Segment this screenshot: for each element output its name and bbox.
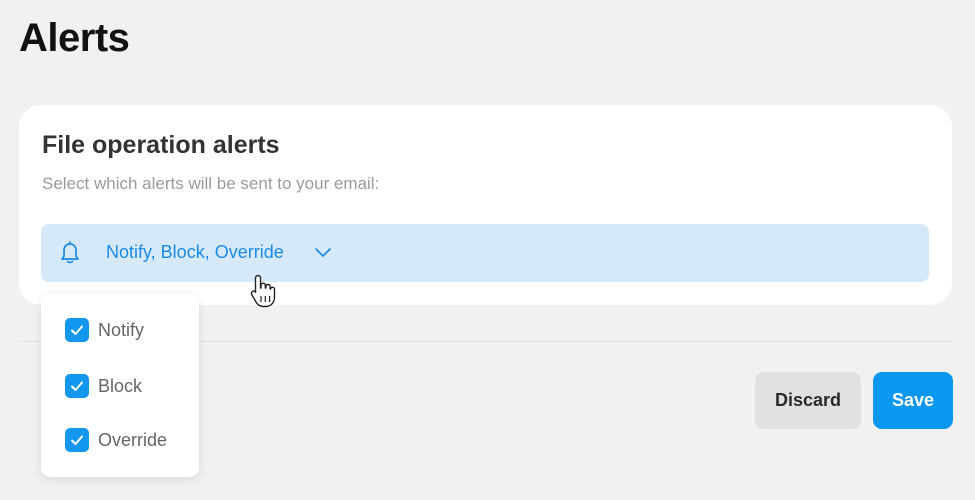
option-label: Block bbox=[98, 375, 143, 396]
alerts-select-value: Notify, Block, Override bbox=[106, 242, 284, 262]
save-button[interactable]: Save bbox=[873, 372, 953, 429]
override-checkbox[interactable] bbox=[65, 428, 89, 452]
chevron-down-icon bbox=[315, 248, 331, 257]
alerts-dropdown-menu: Notify Block Override bbox=[41, 294, 199, 477]
checkmark-icon bbox=[71, 325, 83, 335]
checkmark-icon bbox=[71, 435, 83, 445]
page-title: Alerts bbox=[19, 16, 130, 60]
card-subtitle: Select which alerts will be sent to your… bbox=[42, 174, 380, 193]
option-override[interactable]: Override bbox=[65, 428, 167, 452]
option-label: Override bbox=[98, 429, 168, 450]
alerts-select[interactable]: Notify, Block, Override bbox=[41, 224, 929, 282]
notify-checkbox[interactable] bbox=[65, 318, 89, 342]
file-operation-alerts-card: File operation alerts Select which alert… bbox=[19, 105, 952, 305]
discard-button[interactable]: Discard bbox=[755, 372, 861, 429]
bell-icon bbox=[61, 241, 79, 264]
option-label: Notify bbox=[98, 319, 145, 340]
option-block[interactable]: Block bbox=[65, 374, 142, 398]
hand-pointer-icon bbox=[250, 274, 276, 308]
card-title: File operation alerts bbox=[42, 131, 280, 159]
block-checkbox[interactable] bbox=[65, 374, 89, 398]
checkmark-icon bbox=[71, 381, 83, 391]
option-notify[interactable]: Notify bbox=[65, 318, 144, 342]
